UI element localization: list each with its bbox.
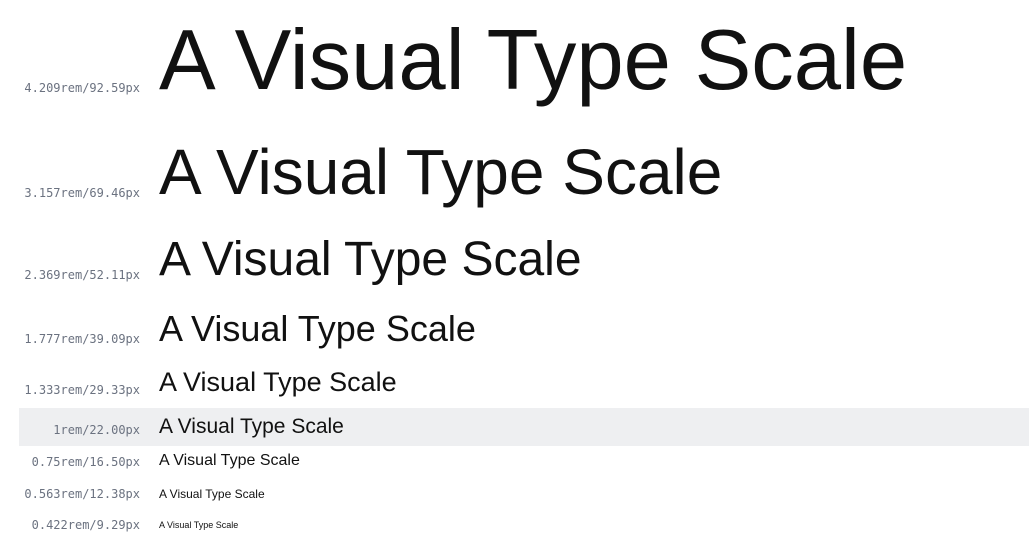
size-label: 3.157rem/69.46px [24, 186, 140, 200]
size-label: 4.209rem/92.59px [24, 81, 140, 95]
type-scale-row: 0.75rem/16.50px A Visual Type Scale [19, 448, 1029, 476]
sample-text: A Visual Type Scale [159, 136, 723, 208]
sample-text: A Visual Type Scale [159, 13, 908, 108]
type-scale-row: 1.777rem/39.09px A Visual Type Scale [19, 306, 1029, 352]
size-label: 0.563rem/12.38px [24, 487, 140, 501]
type-scale-row: 1.333rem/29.33px A Visual Type Scale [19, 364, 1029, 404]
size-label: 0.75rem/16.50px [31, 455, 140, 469]
type-scale-row: 0.563rem/12.38px A Visual Type Scale [19, 482, 1029, 506]
type-scale-list: 4.209rem/92.59px A Visual Type Scale 3.1… [0, 0, 1029, 538]
type-scale-row: 2.369rem/52.11px A Visual Type Scale [19, 230, 1029, 290]
type-scale-row: 4.209rem/92.59px A Visual Type Scale [19, 10, 1029, 110]
size-label: 1rem/22.00px [53, 423, 140, 437]
size-label: 1.333rem/29.33px [24, 383, 140, 397]
sample-text: A Visual Type Scale [159, 233, 582, 286]
sample-text: A Visual Type Scale [159, 367, 397, 397]
sample-text: A Visual Type Scale [159, 520, 239, 530]
size-label: 0.422rem/9.29px [31, 518, 140, 532]
sample-text: A Visual Type Scale [159, 452, 300, 469]
size-label: 1.777rem/39.09px [24, 332, 140, 346]
type-scale-row: 0.422rem/9.29px A Visual Type Scale [19, 514, 1029, 536]
sample-text: A Visual Type Scale [159, 308, 476, 349]
sample-text: A Visual Type Scale [159, 415, 344, 438]
sample-text: A Visual Type Scale [159, 487, 265, 501]
type-scale-row-base: 1rem/22.00px A Visual Type Scale [19, 408, 1029, 446]
type-scale-row: 3.157rem/69.46px A Visual Type Scale [19, 130, 1029, 210]
size-label: 2.369rem/52.11px [24, 268, 140, 282]
